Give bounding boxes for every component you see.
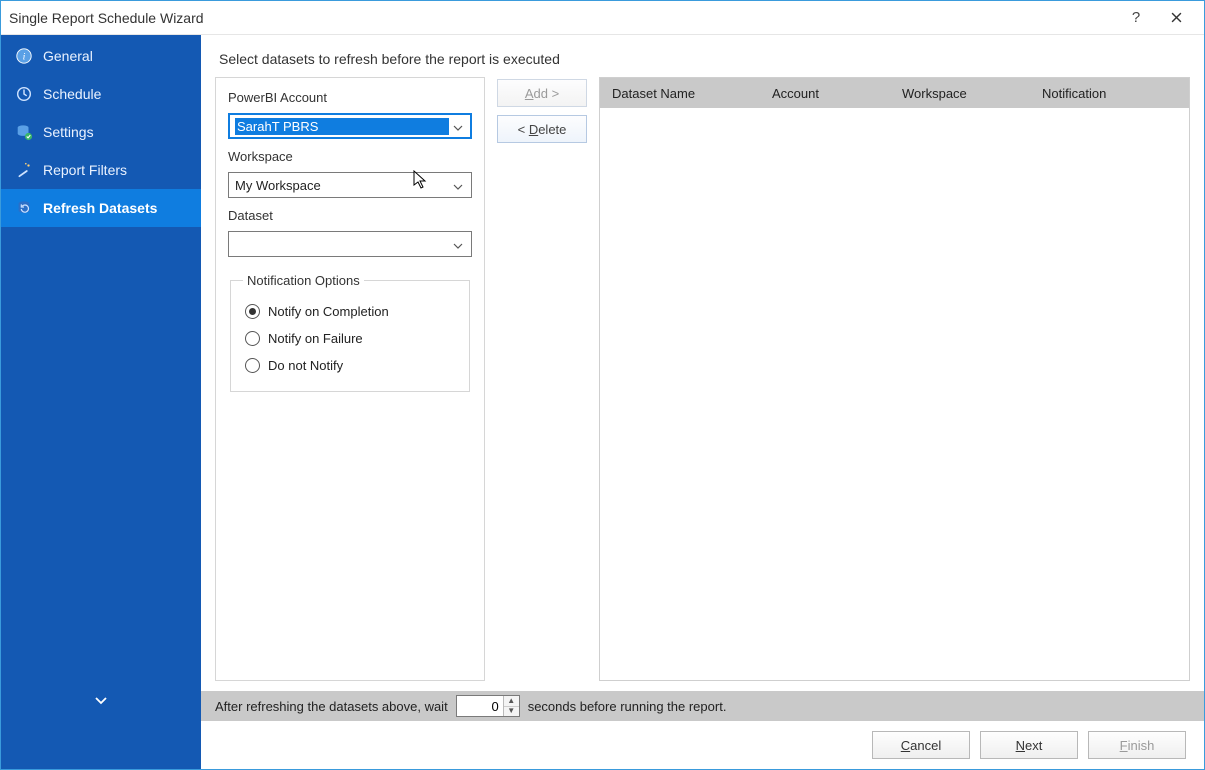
radio-do-not-notify[interactable]: Do not Notify — [243, 352, 457, 379]
col-dataset-name[interactable]: Dataset Name — [600, 86, 760, 101]
spin-down-button[interactable]: ▼ — [504, 707, 519, 717]
notification-options-group: Notification Options Notify on Completio… — [230, 273, 470, 392]
content-panel: Select datasets to refresh before the re… — [201, 35, 1204, 769]
wait-seconds-input[interactable] — [457, 696, 503, 716]
account-value: SarahT PBRS — [235, 118, 449, 135]
wand-icon — [15, 161, 33, 179]
col-account[interactable]: Account — [760, 86, 890, 101]
sidebar-item-report-filters[interactable]: Report Filters — [1, 151, 201, 189]
chevron-down-icon — [449, 237, 467, 252]
refresh-database-icon — [15, 199, 33, 217]
dataset-form-panel: PowerBI Account SarahT PBRS Workspace My… — [215, 77, 485, 681]
chevron-down-icon — [449, 178, 467, 193]
info-icon: i — [15, 47, 33, 65]
datasets-table: Dataset Name Account Workspace Notificat… — [599, 77, 1190, 681]
add-button[interactable]: Add > — [497, 79, 587, 107]
wait-text-before: After refreshing the datasets above, wai… — [215, 699, 448, 714]
sidebar-item-label: Settings — [43, 124, 94, 140]
main-area: i General Schedule Settings Re — [1, 35, 1204, 769]
sidebar-item-refresh-datasets[interactable]: Refresh Datasets — [1, 189, 201, 227]
workspace-value: My Workspace — [235, 178, 449, 193]
col-workspace[interactable]: Workspace — [890, 86, 1030, 101]
spin-up-button[interactable]: ▲ — [504, 696, 519, 707]
notification-legend: Notification Options — [243, 273, 364, 288]
radio-icon — [245, 304, 260, 319]
database-check-icon — [15, 123, 33, 141]
radio-icon — [245, 358, 260, 373]
chevron-down-icon — [449, 119, 467, 134]
sidebar-expand-toggle[interactable] — [1, 694, 201, 709]
sidebar-item-general[interactable]: i General — [1, 37, 201, 75]
table-header: Dataset Name Account Workspace Notificat… — [600, 78, 1189, 108]
workspace-combobox[interactable]: My Workspace — [228, 172, 472, 198]
dataset-label: Dataset — [228, 208, 472, 223]
account-label: PowerBI Account — [228, 90, 472, 105]
account-combobox[interactable]: SarahT PBRS — [228, 113, 472, 139]
radio-notify-completion[interactable]: Notify on Completion — [243, 298, 457, 325]
window-title: Single Report Schedule Wizard — [9, 10, 1116, 26]
wizard-footer: Cancel Next Finish — [201, 721, 1204, 769]
col-notification[interactable]: Notification — [1030, 86, 1189, 101]
dataset-combobox[interactable] — [228, 231, 472, 257]
sidebar-item-schedule[interactable]: Schedule — [1, 75, 201, 113]
sidebar: i General Schedule Settings Re — [1, 35, 201, 769]
action-column: Add > < Delete — [497, 77, 587, 681]
sidebar-item-settings[interactable]: Settings — [1, 113, 201, 151]
svg-text:i: i — [23, 52, 26, 63]
sidebar-item-label: Report Filters — [43, 162, 127, 178]
close-button[interactable] — [1156, 4, 1196, 32]
clock-icon — [15, 85, 33, 103]
radio-notify-failure[interactable]: Notify on Failure — [243, 325, 457, 352]
wait-bar: After refreshing the datasets above, wai… — [201, 691, 1204, 721]
spinner-buttons: ▲ ▼ — [503, 696, 519, 716]
radio-label: Do not Notify — [268, 358, 343, 373]
radio-icon — [245, 331, 260, 346]
sidebar-item-label: Refresh Datasets — [43, 200, 157, 216]
radio-label: Notify on Failure — [268, 331, 363, 346]
content-body: PowerBI Account SarahT PBRS Workspace My… — [201, 77, 1204, 691]
sidebar-item-label: Schedule — [43, 86, 101, 102]
radio-label: Notify on Completion — [268, 304, 389, 319]
table-body[interactable] — [600, 108, 1189, 680]
wait-text-after: seconds before running the report. — [528, 699, 727, 714]
finish-button[interactable]: Finish — [1088, 731, 1186, 759]
titlebar: Single Report Schedule Wizard ? — [1, 1, 1204, 35]
sidebar-item-label: General — [43, 48, 93, 64]
workspace-label: Workspace — [228, 149, 472, 164]
help-button[interactable]: ? — [1116, 4, 1156, 32]
cancel-button[interactable]: Cancel — [872, 731, 970, 759]
instruction-text: Select datasets to refresh before the re… — [201, 35, 1204, 77]
wait-seconds-spinner[interactable]: ▲ ▼ — [456, 695, 520, 717]
delete-button[interactable]: < Delete — [497, 115, 587, 143]
wizard-window: Single Report Schedule Wizard ? i Genera… — [0, 0, 1205, 770]
next-button[interactable]: Next — [980, 731, 1078, 759]
